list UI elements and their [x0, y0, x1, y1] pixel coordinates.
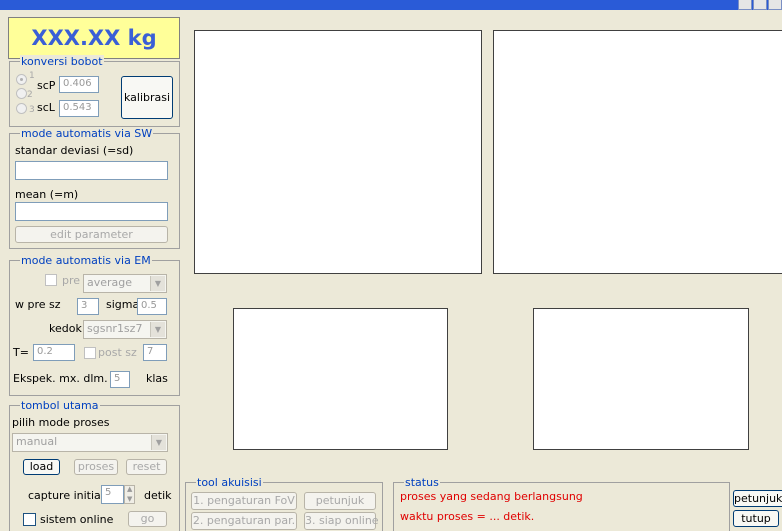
status-title: status [404, 476, 440, 489]
klas-label: klas [146, 372, 168, 385]
tombol-utama-title: tombol utama [20, 399, 100, 412]
image-panel-top-left [194, 30, 482, 274]
chevron-down-icon: ▼ [150, 322, 165, 337]
petunjuk-button[interactable]: petunjuk [733, 490, 782, 507]
proses-button[interactable]: proses [74, 459, 118, 475]
pre-checkbox[interactable] [45, 274, 57, 286]
siap-online-button[interactable]: 3. siap online [304, 512, 379, 530]
scl-input[interactable]: 0.543 [59, 100, 99, 117]
wpre-label: w pre sz [15, 298, 61, 311]
pengaturan-par-button[interactable]: 2. pengaturan par. [191, 512, 297, 530]
sd-label: standar deviasi (=sd) [15, 144, 134, 157]
sigma-input[interactable]: 0.5 [137, 298, 167, 315]
edit-parameter-button[interactable]: edit parameter [15, 226, 168, 243]
kedok-select[interactable]: sgsnr1sz7 ▼ [83, 320, 167, 339]
konversi-bobot-title: konversi bobot [20, 55, 104, 68]
em-mode-title: mode automatis via EM [20, 254, 152, 267]
petunjuk-tool-button[interactable]: petunjuk [304, 492, 376, 510]
go-button[interactable]: go [128, 511, 167, 527]
minimize-button[interactable] [738, 0, 752, 10]
radio-3[interactable] [16, 103, 27, 114]
sistem-online-label: sistem online [40, 513, 114, 526]
image-panel-top-right [493, 30, 782, 274]
chevron-down-icon: ▼ [151, 435, 166, 450]
sd-input[interactable] [15, 161, 168, 180]
radio-3-label: 3 [29, 105, 35, 115]
wpre-input[interactable]: 3 [77, 298, 99, 315]
reset-button[interactable]: reset [126, 459, 167, 475]
radio-1-label: 1 [29, 71, 35, 81]
scp-input[interactable]: 0.406 [59, 76, 99, 93]
sistem-online-checkbox[interactable] [23, 513, 36, 526]
capture-stepper[interactable]: ▲ ▼ [124, 485, 135, 504]
detik-label: detik [144, 489, 172, 502]
mode-label: pilih mode proses [12, 416, 110, 429]
post-label: post sz [98, 346, 137, 359]
status-line-2: waktu proses = ... detik. [400, 510, 535, 523]
image-panel-bottom-right [533, 308, 749, 450]
scl-label: scL [37, 101, 55, 114]
sigma-label: sigma [106, 298, 140, 311]
post-input[interactable]: 7 [143, 344, 167, 361]
mode-select-value: manual [16, 435, 58, 448]
radio-2-label: 2 [27, 90, 33, 100]
kedok-select-value: sgsnr1sz7 [87, 322, 143, 335]
mean-input[interactable] [15, 202, 168, 221]
window-titlebar [0, 0, 782, 10]
pre-select-value: average [87, 276, 133, 289]
capture-input[interactable]: 5 [101, 485, 124, 504]
maximize-button[interactable] [753, 0, 767, 10]
status-line-1: proses yang sedang berlangsung [400, 490, 583, 503]
kalibrasi-button[interactable]: kalibrasi [121, 76, 173, 119]
kedok-label: kedok [49, 322, 82, 335]
sw-mode-title: mode automatis via SW [20, 127, 154, 140]
mode-select[interactable]: manual ▼ [12, 433, 168, 452]
tool-akuisisi-title: tool akuisisi [196, 476, 263, 489]
tutup-button[interactable]: tutup [733, 510, 779, 527]
capture-label: capture initial [28, 489, 104, 502]
radio-1[interactable] [16, 74, 27, 85]
image-panel-bottom-left [233, 308, 448, 450]
mean-label: mean (=m) [15, 188, 79, 201]
ekspek-input[interactable]: 5 [110, 371, 130, 388]
weight-display: XXX.XX kg [8, 17, 180, 59]
stepper-down-icon[interactable]: ▼ [127, 493, 132, 506]
radio-2[interactable] [16, 88, 27, 99]
load-button[interactable]: load [23, 459, 60, 475]
chevron-down-icon: ▼ [150, 276, 165, 291]
pengaturan-fov-button[interactable]: 1. pengaturan FoV [191, 492, 297, 510]
t-label: T= [13, 346, 29, 359]
t-input[interactable]: 0.2 [33, 344, 75, 361]
scp-label: scP [37, 79, 56, 92]
pre-select[interactable]: average ▼ [83, 274, 167, 293]
ekspek-label: Ekspek. mx. dlm. [13, 372, 108, 385]
post-checkbox[interactable] [84, 347, 96, 359]
pre-label: pre [62, 274, 81, 287]
close-button[interactable] [768, 0, 782, 10]
